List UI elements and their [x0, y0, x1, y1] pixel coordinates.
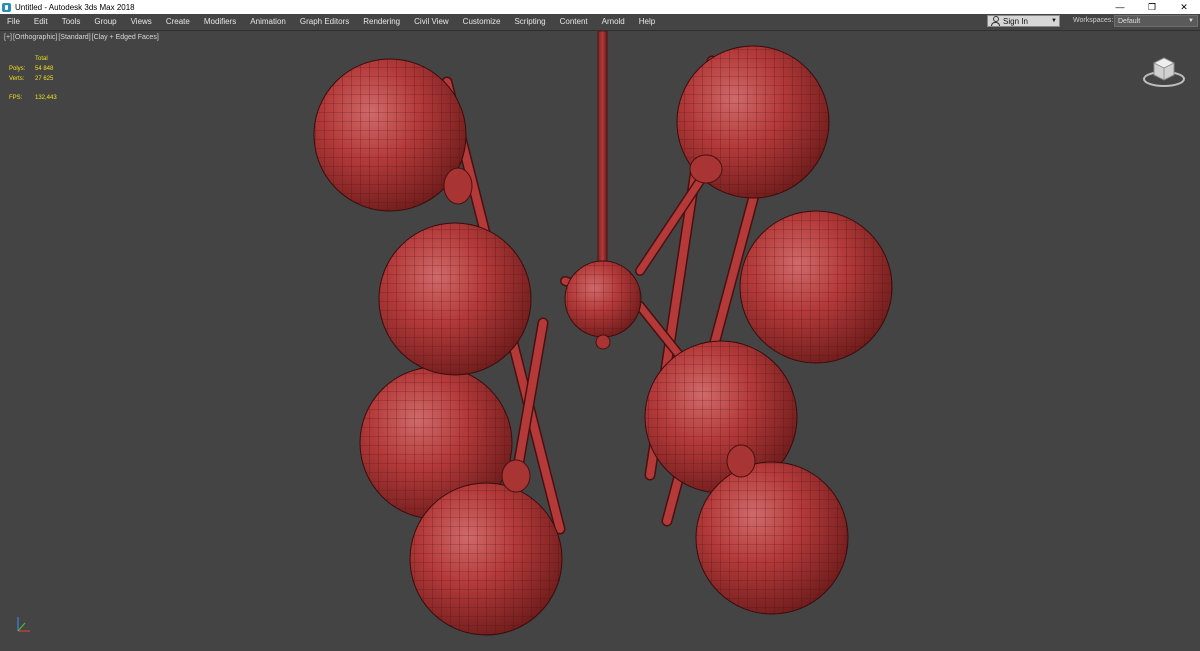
sign-in-dropdown[interactable]: Sign In ▼ [987, 15, 1060, 27]
menu-tools[interactable]: Tools [55, 17, 88, 26]
sign-in-label: Sign In [1003, 16, 1028, 26]
workspaces-select[interactable]: Default ▼ [1114, 15, 1198, 27]
menu-group[interactable]: Group [87, 17, 123, 26]
window-title: Untitled - Autodesk 3ds Max 2018 [15, 2, 135, 12]
hanging-rod [597, 31, 608, 264]
viewport[interactable]: [+] [Orthographic] [Standard] [Clay + Ed… [0, 30, 1200, 650]
globe-left-middle [378, 222, 532, 376]
menu-views[interactable]: Views [124, 17, 159, 26]
menu-bar: File Edit Tools Group Views Create Modif… [0, 14, 1200, 29]
restore-button[interactable]: ❐ [1136, 0, 1168, 14]
menu-help[interactable]: Help [632, 17, 662, 26]
globe-top-right [676, 45, 830, 199]
workspaces-label: Workspaces: [1073, 17, 1114, 24]
window-controls: — ❐ ✕ [1104, 0, 1200, 14]
menu-create[interactable]: Create [159, 17, 197, 26]
menu-modifiers[interactable]: Modifiers [197, 17, 243, 26]
app-window: Untitled - Autodesk 3ds Max 2018 — ❐ ✕ F… [0, 0, 1200, 650]
chandelier-model[interactable] [0, 31, 1200, 651]
menu-edit[interactable]: Edit [27, 17, 55, 26]
user-icon [990, 16, 1000, 26]
menu-content[interactable]: Content [553, 17, 595, 26]
globe-right-middle [739, 210, 893, 364]
workspaces-value: Default [1118, 17, 1141, 25]
menu-animation[interactable]: Animation [243, 17, 293, 26]
close-button[interactable]: ✕ [1168, 0, 1200, 14]
title-bar: Untitled - Autodesk 3ds Max 2018 — ❐ ✕ [0, 0, 1200, 14]
menu-rendering[interactable]: Rendering [356, 17, 407, 26]
viewcube-icon[interactable] [1141, 51, 1187, 91]
menu-file[interactable]: File [0, 17, 27, 26]
menu-scripting[interactable]: Scripting [507, 17, 552, 26]
chevron-down-icon: ▼ [1051, 18, 1057, 24]
axis-tripod-icon [17, 617, 30, 632]
menu-customize[interactable]: Customize [456, 17, 508, 26]
minimize-button[interactable]: — [1104, 0, 1136, 14]
menu-graph-editors[interactable]: Graph Editors [293, 17, 356, 26]
center-hub [564, 260, 642, 350]
menu-arnold[interactable]: Arnold [595, 17, 632, 26]
chevron-down-icon: ▼ [1188, 18, 1194, 24]
app-icon [2, 2, 11, 12]
menu-civil-view[interactable]: Civil View [407, 17, 456, 26]
